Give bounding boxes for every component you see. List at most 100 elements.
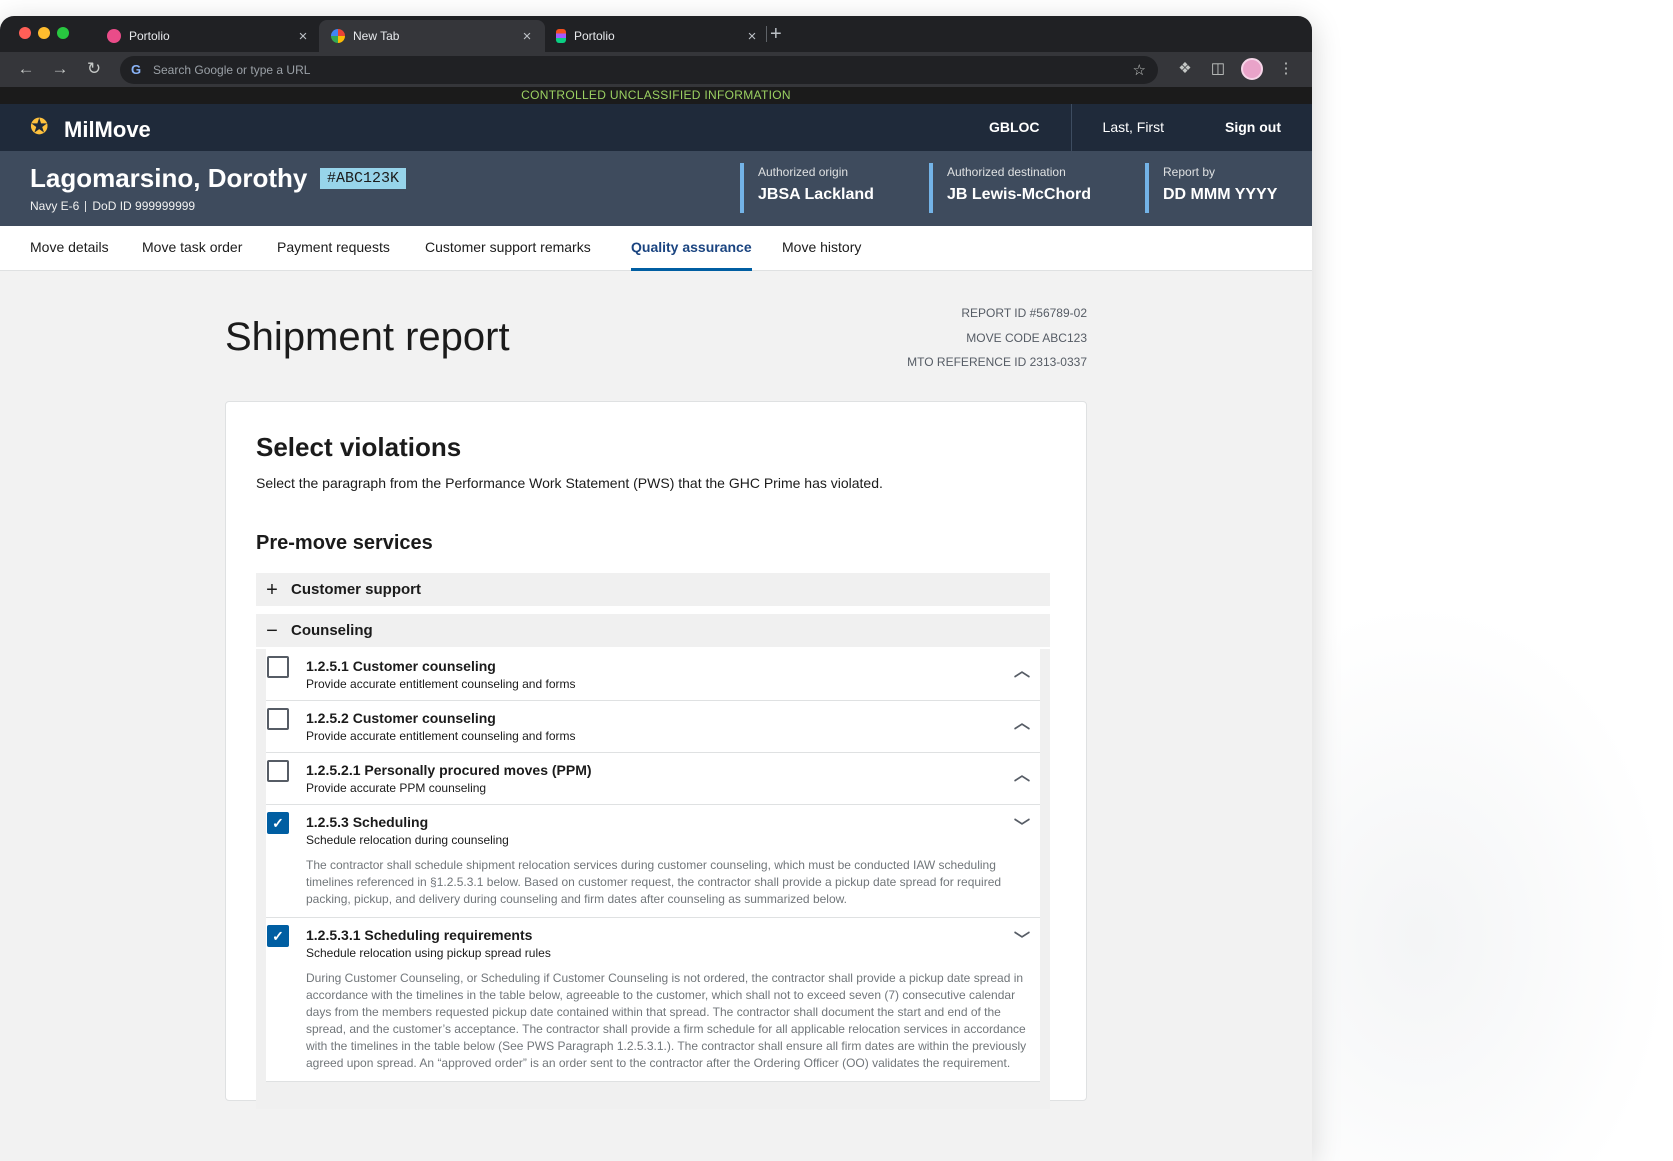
move-code-tag: #ABC123K: [320, 168, 407, 189]
google-icon: G: [131, 62, 142, 77]
section-heading: Pre-move services: [256, 532, 433, 554]
violation-item: 1.2.5.1 Customer counseling Provide accu…: [266, 649, 1040, 701]
info-label: Authorized origin: [758, 165, 849, 179]
authorized-origin: Authorized origin JBSA Lackland: [740, 163, 874, 213]
violations-card: Select violations Select the paragraph f…: [225, 401, 1087, 1109]
back-arrow-icon[interactable]: ←: [16, 59, 36, 79]
accordion-counseling[interactable]: − Counseling: [256, 614, 1050, 647]
violation-subtitle: Schedule relocation during counseling: [306, 833, 509, 847]
info-value: JB Lewis-McChord: [947, 186, 1092, 203]
info-value: JBSA Lackland: [758, 186, 874, 203]
report-id: REPORT ID #56789-02: [961, 306, 1087, 320]
violation-item: ✓ 1.2.5.3.1 Scheduling requirements Sche…: [266, 918, 1040, 1082]
tab-strip: Portolio × New Tab × Portolio × +: [0, 16, 1312, 52]
violation-title: 1.2.5.2 Customer counseling: [306, 710, 496, 726]
reload-icon[interactable]: ↻: [84, 59, 104, 79]
profile-avatar[interactable]: [1241, 58, 1263, 80]
close-tab-icon[interactable]: ×: [295, 28, 311, 45]
address-bar[interactable]: G Search Google or type a URL ☆: [120, 56, 1158, 84]
maximize-window-button[interactable]: [57, 27, 69, 39]
info-value: DD MMM YYYY: [1163, 186, 1278, 203]
tab-quality-assurance[interactable]: Quality assurance: [631, 226, 752, 271]
browser-toolbar: ← → ↻ G Search Google or type a URL ☆ ❖ …: [0, 52, 1312, 87]
violation-title: 1.2.5.3 Scheduling: [306, 814, 429, 830]
main-content: Shipment report REPORT ID #56789-02 MOVE…: [0, 271, 1312, 1109]
chevron-down-icon[interactable]: ﹀: [1014, 813, 1030, 837]
extensions-puzzle-icon[interactable]: ❖: [1175, 59, 1195, 79]
authorized-destination: Authorized destination JB Lewis-McChord: [929, 163, 1091, 213]
tab-divider: [766, 26, 767, 42]
tab-payment-requests[interactable]: Payment requests: [277, 226, 390, 271]
minus-icon: −: [266, 619, 278, 642]
violation-subtitle: Provide accurate entitlement counseling …: [306, 729, 576, 743]
milmove-star-logo-icon: ✪: [30, 114, 49, 139]
violation-title: 1.2.5.3.1 Scheduling requirements: [306, 927, 533, 943]
report-meta: REPORT ID #56789-02 MOVE CODE ABC123 MTO…: [907, 301, 1087, 375]
chevron-down-icon[interactable]: ﹀: [1014, 926, 1030, 950]
new-tab-button[interactable]: +: [770, 24, 782, 44]
app-title[interactable]: MilMove: [64, 117, 151, 143]
sign-out-button[interactable]: Sign out: [1195, 104, 1312, 151]
mto-reference-id: MTO REFERENCE ID 2313-0337: [907, 355, 1087, 369]
page-title: Shipment report: [225, 315, 510, 359]
background-texture: [1312, 600, 1673, 1161]
gbloc-link[interactable]: GBLOC: [958, 104, 1071, 151]
customer-dod-id: DoD ID 999999999: [92, 199, 196, 213]
violation-checkbox[interactable]: [267, 760, 289, 782]
tab-move-history[interactable]: Move history: [782, 226, 861, 271]
info-label: Report by: [1163, 165, 1216, 179]
tab-customer-support-remarks[interactable]: Customer support remarks: [425, 226, 591, 271]
dribbble-icon: [107, 29, 121, 43]
violation-item: ✓ 1.2.5.3 Scheduling Schedule relocation…: [266, 805, 1040, 918]
side-panel-icon[interactable]: ◫: [1208, 59, 1228, 79]
close-tab-icon[interactable]: ×: [744, 28, 760, 45]
chevron-up-icon[interactable]: ︿: [1014, 761, 1030, 785]
plus-icon: +: [266, 578, 278, 601]
browser-tab-new-tab[interactable]: New Tab ×: [319, 20, 545, 52]
address-bar-placeholder: Search Google or type a URL: [153, 63, 311, 77]
close-window-button[interactable]: [19, 27, 31, 39]
violation-item: 1.2.5.2.1 Personally procured moves (PPM…: [266, 753, 1040, 805]
divider: [85, 201, 87, 213]
violation-checkbox-checked[interactable]: ✓: [267, 925, 289, 947]
header-nav: GBLOC Last, First Sign out: [958, 104, 1312, 151]
browser-tab-portolio-2[interactable]: Portolio ×: [544, 20, 770, 52]
close-tab-icon[interactable]: ×: [519, 28, 535, 45]
tab-move-details[interactable]: Move details: [30, 226, 109, 271]
accordion-label: Counseling: [291, 622, 373, 639]
violations-description: Select the paragraph from the Performanc…: [256, 475, 883, 491]
minimize-window-button[interactable]: [38, 27, 50, 39]
figma-icon: [556, 29, 566, 43]
violation-subtitle: Provide accurate entitlement counseling …: [306, 677, 576, 691]
tab-move-task-order[interactable]: Move task order: [142, 226, 242, 271]
forward-arrow-icon[interactable]: →: [50, 59, 70, 79]
violation-title: 1.2.5.1 Customer counseling: [306, 658, 496, 674]
info-label: Authorized destination: [947, 165, 1066, 179]
more-menu-icon[interactable]: ⋮: [1276, 59, 1296, 79]
chevron-up-icon[interactable]: ︿: [1014, 709, 1030, 733]
browser-tab-portolio-1[interactable]: Portolio ×: [95, 20, 321, 52]
violation-subtitle: Provide accurate PPM counseling: [306, 781, 487, 795]
report-by: Report by DD MMM YYYY: [1145, 163, 1277, 213]
accordion-customer-support[interactable]: + Customer support: [256, 573, 1050, 606]
violations-heading: Select violations: [256, 432, 462, 462]
customer-name: Lagomarsino, Dorothy: [30, 163, 308, 193]
google-icon: [331, 29, 345, 43]
accordion-label: Customer support: [291, 581, 422, 598]
chevron-up-icon[interactable]: ︿: [1014, 657, 1030, 681]
customer-header: Lagomarsino, Dorothy #ABC123K Navy E-6 Do…: [0, 151, 1312, 226]
violation-checkbox[interactable]: [267, 656, 289, 678]
violation-body: During Customer Counseling, or Schedulin…: [306, 971, 1027, 1070]
move-tabs: Move details Move task order Payment req…: [0, 226, 1312, 271]
user-name[interactable]: Last, First: [1072, 104, 1195, 151]
violation-checkbox[interactable]: [267, 708, 289, 730]
bookmark-star-icon[interactable]: ☆: [1133, 61, 1146, 79]
move-code: MOVE CODE ABC123: [966, 330, 1087, 345]
violation-body: The contractor shall schedule shipment r…: [306, 858, 1002, 906]
cui-banner: CONTROLLED UNCLASSIFIED INFORMATION: [0, 87, 1312, 104]
violation-checkbox-checked[interactable]: ✓: [267, 812, 289, 834]
violation-title: 1.2.5.2.1 Personally procured moves (PPM…: [306, 762, 592, 778]
violation-subtitle: Schedule relocation using pickup spread …: [306, 946, 551, 960]
browser-window: Portolio × New Tab × Portolio × + ← → ↻ …: [0, 16, 1312, 1161]
violation-list: 1.2.5.1 Customer counseling Provide accu…: [256, 649, 1050, 1109]
